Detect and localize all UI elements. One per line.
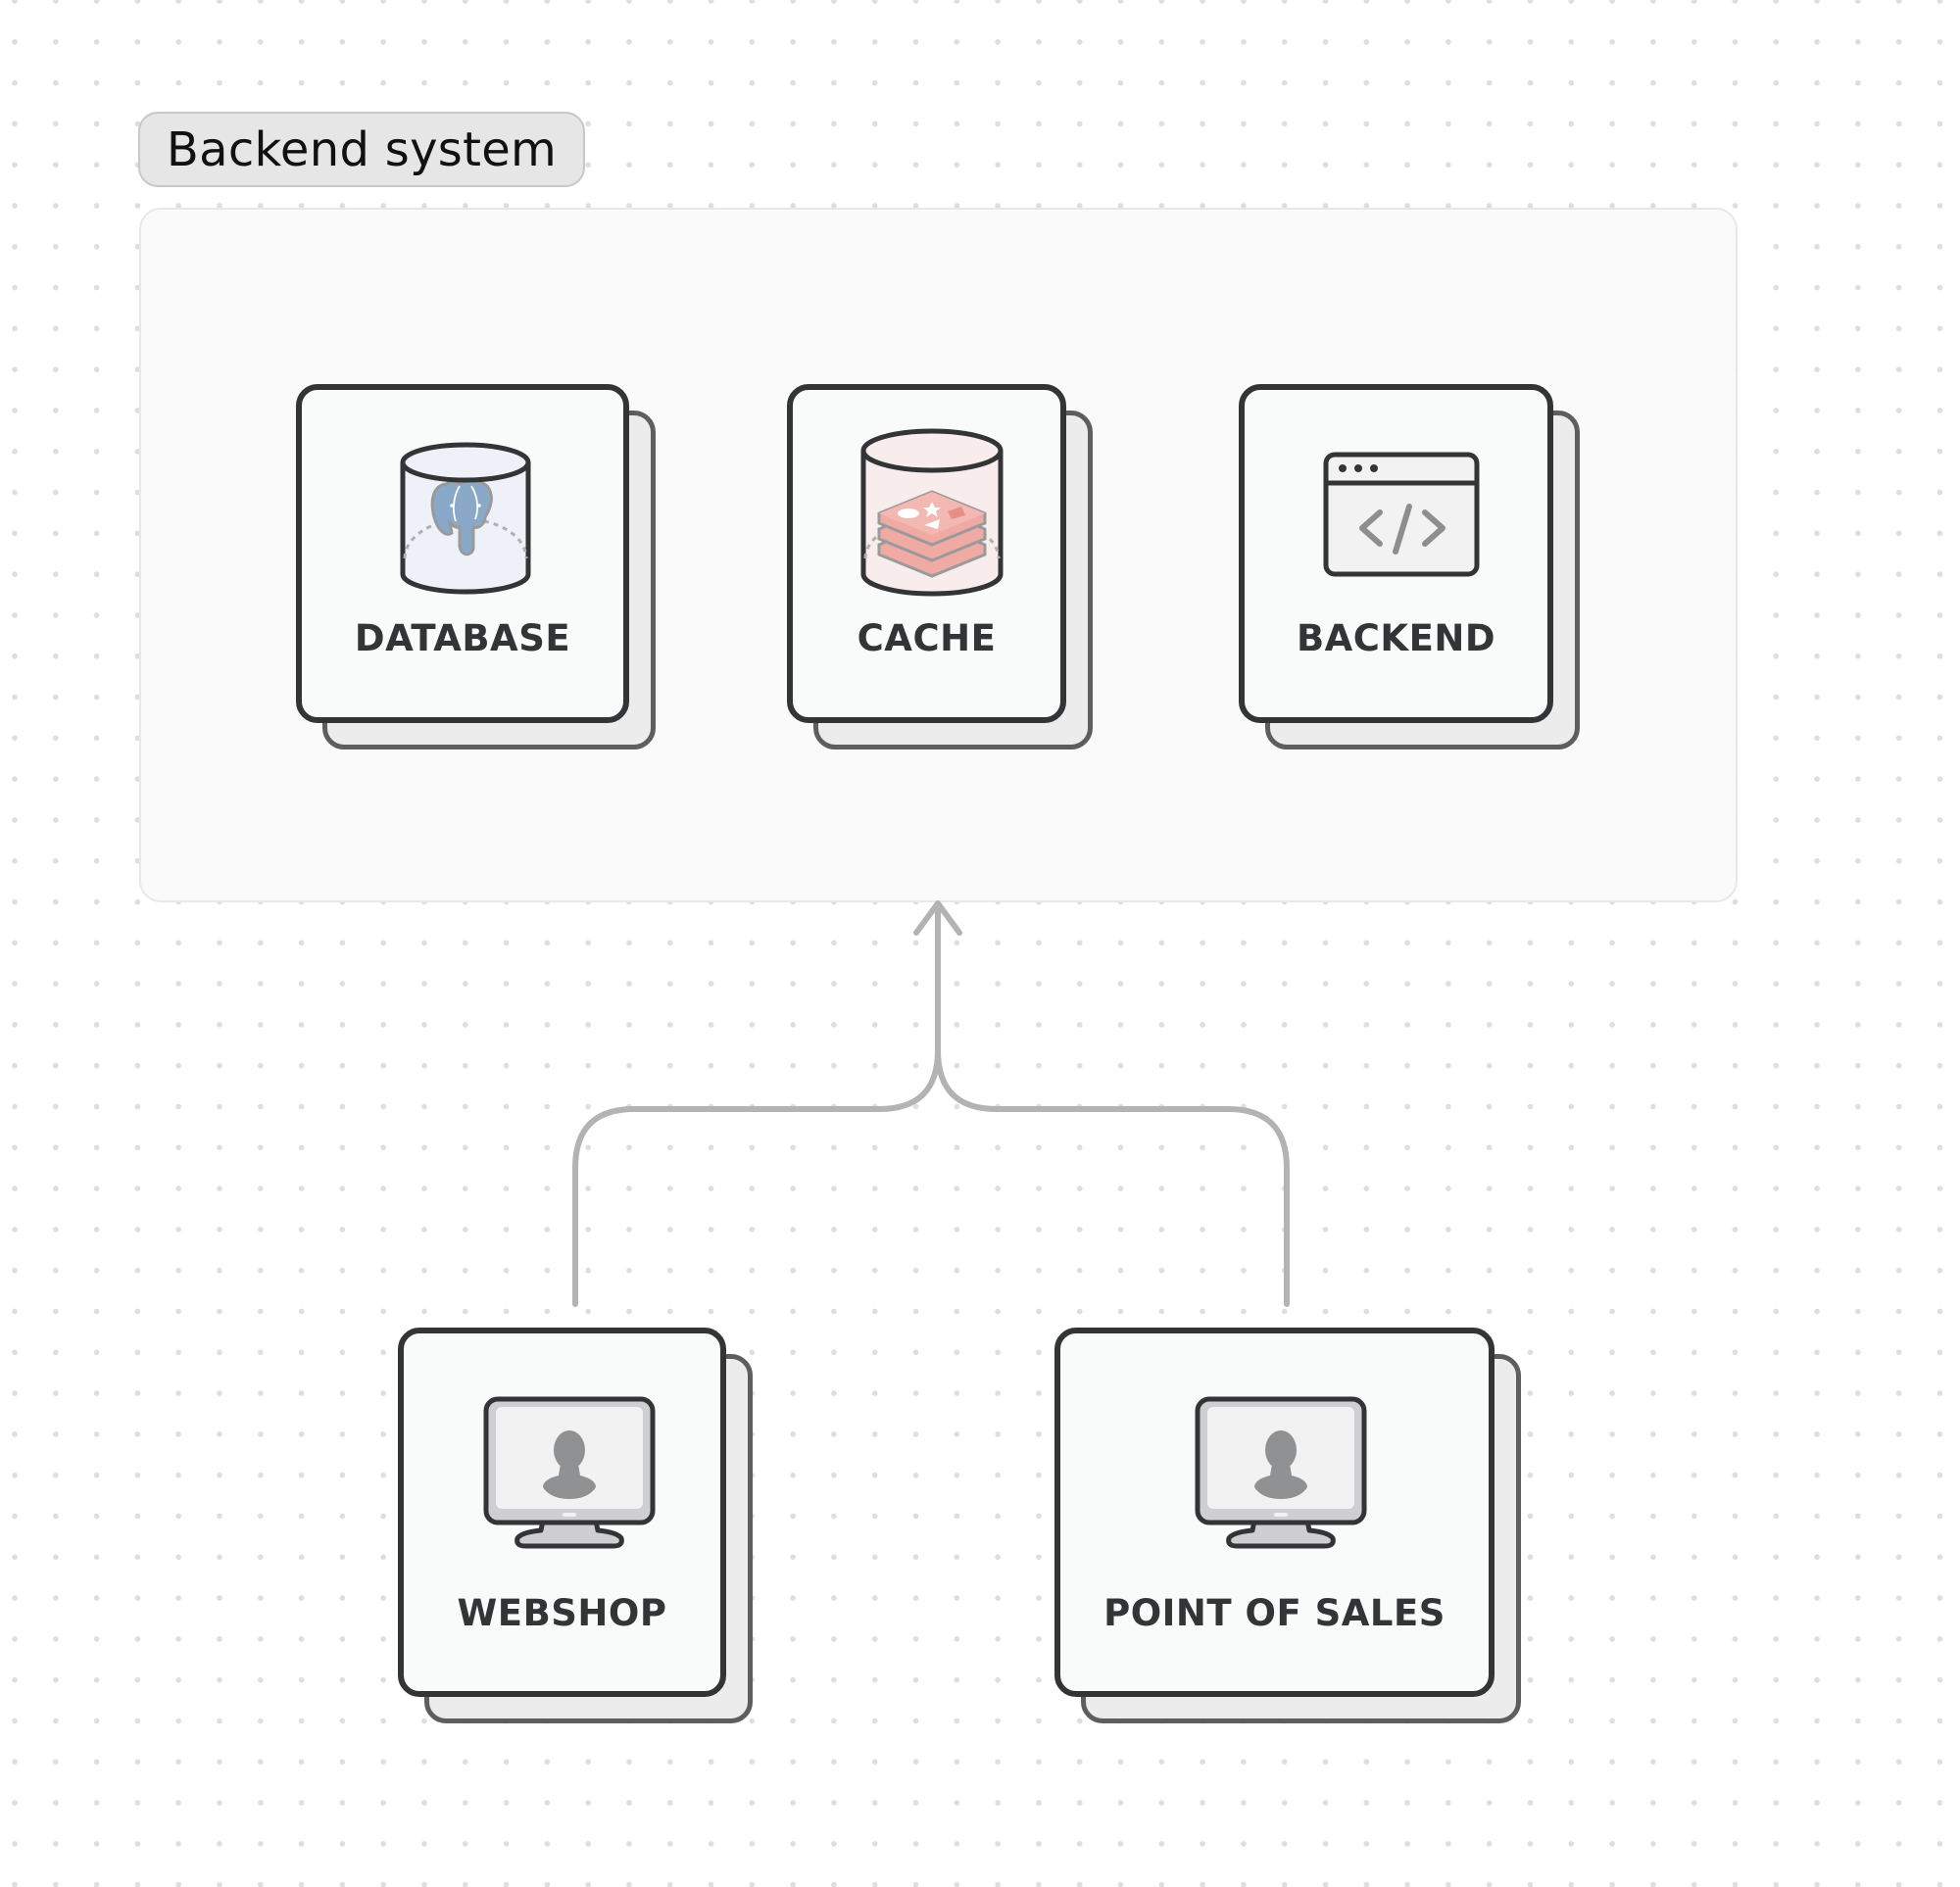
- card-face: DATABASE: [296, 384, 629, 723]
- card-face: CACHE: [787, 384, 1066, 723]
- postgresql-database-icon: [400, 442, 531, 595]
- node-backend[interactable]: BACKEND: [1239, 384, 1580, 750]
- node-label: WEBSHOP: [457, 1592, 667, 1634]
- card-face: POINT OF SALES: [1054, 1328, 1494, 1697]
- node-point-of-sales[interactable]: POINT OF SALES: [1054, 1328, 1521, 1723]
- node-label: CACHE: [857, 617, 997, 659]
- user-monitor-icon: [483, 1396, 656, 1549]
- card-face: WEBSHOP: [398, 1328, 726, 1697]
- node-label: BACKEND: [1296, 617, 1496, 659]
- node-webshop[interactable]: WEBSHOP: [398, 1328, 753, 1723]
- node-database[interactable]: DATABASE: [296, 384, 656, 750]
- window-dot: [1339, 464, 1347, 472]
- node-label: POINT OF SALES: [1103, 1592, 1446, 1634]
- redis-cache-icon: [860, 428, 1004, 597]
- user-monitor-icon: [1195, 1396, 1367, 1549]
- card-face: BACKEND: [1239, 384, 1553, 723]
- edge-webshop-to-backend: [572, 902, 941, 1307]
- code-window-icon: [1323, 452, 1480, 577]
- connector-edges: [572, 900, 1290, 1307]
- node-label: DATABASE: [354, 617, 571, 659]
- window-dot: [1354, 464, 1362, 472]
- node-cache[interactable]: CACHE: [787, 384, 1093, 750]
- window-dot: [1370, 464, 1378, 472]
- edge-pos-to-backend: [935, 1047, 1290, 1307]
